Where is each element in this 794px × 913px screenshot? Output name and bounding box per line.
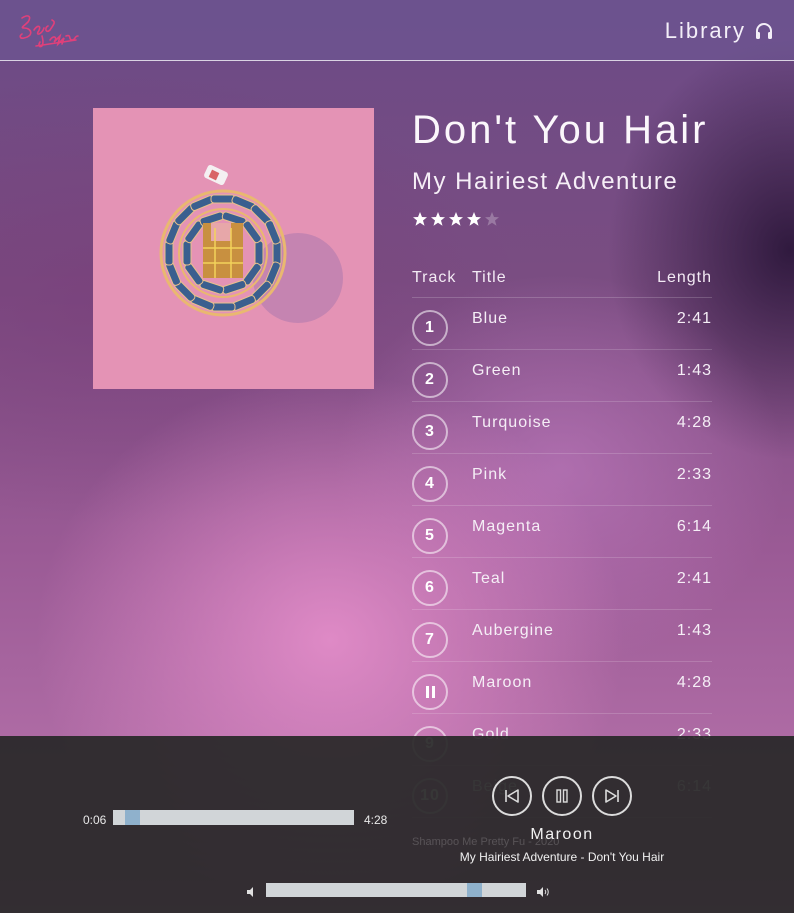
track-number-button[interactable]: 7 <box>412 621 448 658</box>
track-number: 6 <box>425 578 435 596</box>
track-number-cell: 1 <box>412 302 472 346</box>
track-number-button[interactable]: 1 <box>412 309 448 346</box>
track-row[interactable]: 5 Magenta 6:14 <box>412 506 712 558</box>
track-number: 4 <box>425 474 435 492</box>
star-filled-icon[interactable] <box>412 211 428 227</box>
skip-previous-icon <box>505 789 519 803</box>
track-title: Turquoise <box>472 413 552 431</box>
track-pause-button[interactable] <box>412 673 448 710</box>
track-number-button[interactable]: 5 <box>412 517 448 554</box>
track-number-cell: 7 <box>412 614 472 658</box>
track-title: Aubergine <box>472 621 554 639</box>
track-table: Track Title Length 1 Blue 2:41 2 Green 1:43 3 T… <box>412 258 712 818</box>
previous-button[interactable] <box>492 776 532 816</box>
track-number-cell: 6 <box>412 562 472 606</box>
track-number: 1 <box>425 318 435 336</box>
library-link[interactable]: Library <box>665 16 774 46</box>
track-title: Green <box>472 361 522 379</box>
track-number-button[interactable]: 4 <box>412 465 448 502</box>
header-title: Title <box>472 268 507 286</box>
track-number-button[interactable]: 2 <box>412 361 448 398</box>
volume-slider[interactable] <box>266 883 526 897</box>
bae-jams-logo[interactable] <box>16 10 80 52</box>
skip-next-icon <box>605 789 619 803</box>
volume-thumb[interactable] <box>466 883 482 897</box>
next-button[interactable] <box>592 776 632 816</box>
track-length: 1:43 <box>676 621 712 639</box>
volume-low-icon[interactable] <box>246 886 258 898</box>
track-row[interactable]: 7 Aubergine 1:43 <box>412 610 712 662</box>
track-length: 2:33 <box>676 465 712 483</box>
track-title: Teal <box>472 569 506 587</box>
header-length: Length <box>657 268 712 286</box>
track-number-cell: 5 <box>412 510 472 554</box>
track-number-cell: 4 <box>412 458 472 502</box>
track-number-cell: 3 <box>412 406 472 450</box>
now-playing-title: Maroon <box>530 826 594 843</box>
star-filled-icon[interactable] <box>448 211 464 227</box>
track-row[interactable]: 2 Green 1:43 <box>412 350 712 402</box>
track-row[interactable]: 3 Turquoise 4:28 <box>412 402 712 454</box>
star-rating[interactable] <box>412 211 500 227</box>
star-filled-icon[interactable] <box>466 211 482 227</box>
track-table-header: Track Title Length <box>412 258 712 298</box>
song-title: Don't You Hair <box>412 108 709 152</box>
track-length: 1:43 <box>676 361 712 379</box>
top-bar: Library <box>0 0 794 61</box>
track-title: Maroon <box>472 673 533 691</box>
track-number: 2 <box>425 370 435 388</box>
star-filled-icon[interactable] <box>430 211 446 227</box>
pause-button[interactable] <box>542 776 582 816</box>
track-row[interactable]: 4 Pink 2:33 <box>412 454 712 506</box>
pause-icon <box>425 685 435 698</box>
track-number: 3 <box>425 422 435 440</box>
track-length: 6:14 <box>676 517 712 535</box>
library-label: Library <box>664 18 746 43</box>
track-row[interactable]: 1 Blue 2:41 <box>412 298 712 350</box>
track-number-cell <box>412 666 472 710</box>
track-length: 2:41 <box>676 309 712 327</box>
track-title: Pink <box>472 465 508 483</box>
current-time: 0:06 <box>83 813 107 827</box>
now-playing-subtitle: My Hairiest Adventure - Don't You Hair <box>459 850 665 864</box>
album-title: My Hairiest Adventure <box>412 168 679 195</box>
track-number-button[interactable]: 6 <box>412 569 448 606</box>
header-track: Track <box>412 268 457 286</box>
track-length: 4:28 <box>676 673 712 691</box>
progress-slider[interactable] <box>113 810 354 825</box>
track-number: 7 <box>425 630 435 648</box>
track-number-cell: 2 <box>412 354 472 398</box>
track-title: Magenta <box>472 517 542 535</box>
track-row[interactable]: Maroon 4:28 <box>412 662 712 714</box>
track-number: 5 <box>425 526 435 544</box>
headphones-icon <box>756 23 772 39</box>
progress-thumb[interactable] <box>125 810 141 825</box>
track-title: Blue <box>472 309 509 327</box>
album-art <box>93 108 374 389</box>
track-length: 4:28 <box>676 413 712 431</box>
total-time: 4:28 <box>364 813 388 827</box>
track-length: 2:41 <box>676 569 712 587</box>
track-row[interactable]: 6 Teal 2:41 <box>412 558 712 610</box>
pause-icon <box>556 789 568 803</box>
track-number-button[interactable]: 3 <box>412 413 448 450</box>
star-empty-icon[interactable] <box>484 211 500 227</box>
volume-high-icon[interactable] <box>536 886 550 898</box>
